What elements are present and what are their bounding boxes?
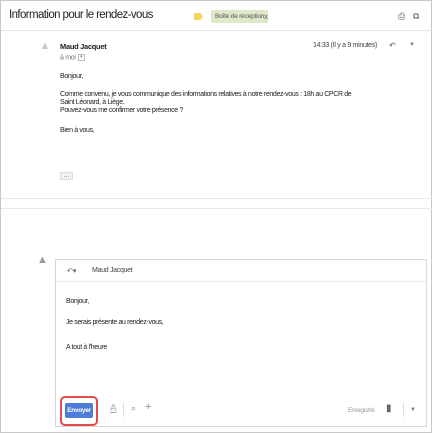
draft-saved-status: Enregistré [348, 407, 375, 414]
recipient-summary[interactable]: à moi ▾ [60, 54, 85, 61]
compose-body-line[interactable]: A tout à l'heure [66, 344, 107, 351]
thread-subject: Information pour le rendez-vous [9, 9, 153, 21]
divider [123, 403, 124, 417]
show-trimmed-content-button[interactable]: ... [60, 172, 73, 180]
discard-draft-icon[interactable]: ▮ [386, 403, 392, 414]
email-thread-window: Information pour le rendez-vous Boîte de… [0, 0, 432, 433]
compose-body-line[interactable]: Je serais présente au rendez-vous, [66, 319, 164, 326]
reply-type-icon[interactable]: ↶▾ [67, 267, 76, 275]
avatar: ▲ [39, 40, 51, 52]
new-window-icon[interactable]: ⧉ [413, 11, 419, 22]
avatar: ▲ [37, 254, 48, 266]
label-remove-icon[interactable]: x [264, 10, 268, 23]
message-body-line: Pouvez-vous me confirmer votre présence … [60, 107, 183, 114]
reply-icon[interactable]: ↶ [389, 41, 396, 50]
attach-file-icon[interactable]: ⌕ [131, 403, 136, 414]
divider [403, 403, 404, 417]
message-body-line: Saint Léonard, à Liège. [60, 99, 125, 106]
recipient-label: à moi [60, 54, 76, 62]
text-format-icon[interactable]: A [110, 403, 117, 414]
inbox-label-chip[interactable]: Boîte de réception [211, 10, 269, 23]
thread-header: Information pour le rendez-vous Boîte de… [1, 1, 432, 31]
insert-more-icon[interactable]: + [145, 401, 151, 413]
message-body-line: Comme convenu, je vous communique des in… [60, 91, 352, 98]
reply-recipient[interactable]: Maud Jacquet [92, 267, 133, 274]
compose-toolbar: Envoyer A ⌕ + Enregistré ▮ ▼ [56, 394, 426, 428]
message-date: 14:33 (Il y a 9 minutes) [313, 42, 377, 49]
message-body-line: Bonjour, [60, 73, 83, 80]
reply-compose-box: ↶▾ Maud Jacquet Bonjour, Je serais prése… [55, 259, 427, 427]
compose-body-line[interactable]: Bonjour, [66, 298, 89, 305]
sender-name[interactable]: Maud Jacquet [60, 42, 107, 51]
more-options-icon[interactable]: ▼ [409, 42, 415, 48]
divider [1, 198, 432, 199]
reply-header: ↶▾ Maud Jacquet [56, 260, 426, 282]
show-details-icon[interactable]: ▾ [77, 54, 85, 61]
divider [1, 208, 432, 209]
print-icon[interactable]: ⎙ [398, 11, 405, 22]
more-options-icon[interactable]: ▼ [410, 407, 416, 413]
star-icon[interactable]: ☆ [371, 40, 379, 51]
send-button[interactable]: Envoyer [65, 403, 93, 418]
important-marker-icon[interactable] [194, 13, 203, 20]
message-body-line: Bien à vous, [60, 127, 95, 134]
